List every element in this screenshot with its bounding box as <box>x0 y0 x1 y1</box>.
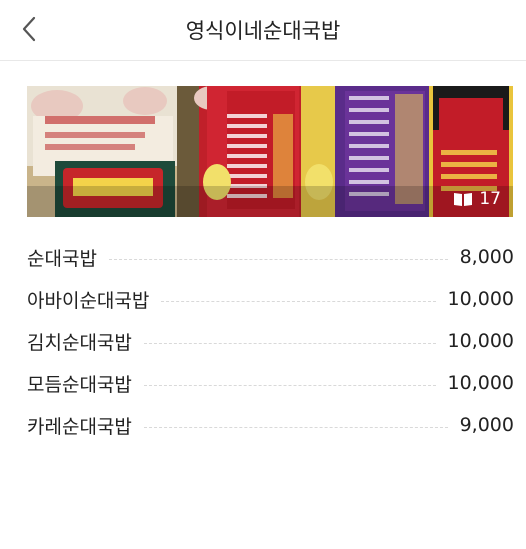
menu-item-name: 김치순대국밥 <box>27 331 132 354</box>
menu-board-photo <box>27 86 513 217</box>
photo-count: 17 <box>453 189 501 209</box>
menu-item-price: 10,000 <box>447 330 514 352</box>
menu-item-name: 아바이순대국밥 <box>27 289 150 312</box>
menu-item-name: 순대국밥 <box>27 247 97 270</box>
menu-item-name: 카레순대국밥 <box>27 415 132 438</box>
top-bar: 영식이네순대국밥 <box>0 0 526 61</box>
dotted-leader <box>161 300 436 302</box>
dotted-leader <box>143 426 448 428</box>
menu-item: 순대국밥 8,000 <box>27 242 514 272</box>
menu-item-price: 9,000 <box>459 414 514 436</box>
dotted-leader <box>143 384 436 386</box>
menu-item-price: 10,000 <box>447 288 514 310</box>
menu-item: 김치순대국밥 10,000 <box>27 326 514 356</box>
menu-item-price: 8,000 <box>459 246 514 268</box>
menu-item: 모듬순대국밥 10,000 <box>27 368 514 398</box>
dotted-leader <box>108 258 448 260</box>
menu-item: 카레순대국밥 9,000 <box>27 410 514 440</box>
menu-item: 아바이순대국밥 10,000 <box>27 284 514 314</box>
photo-count-label: 17 <box>479 189 501 209</box>
menu-item-price: 10,000 <box>447 372 514 394</box>
page-title: 영식이네순대국밥 <box>185 19 341 43</box>
dotted-leader <box>143 342 436 344</box>
menu-item-name: 모듬순대국밥 <box>27 373 132 396</box>
book-icon <box>454 193 473 206</box>
menu-photo-banner[interactable]: 17 <box>27 86 513 217</box>
